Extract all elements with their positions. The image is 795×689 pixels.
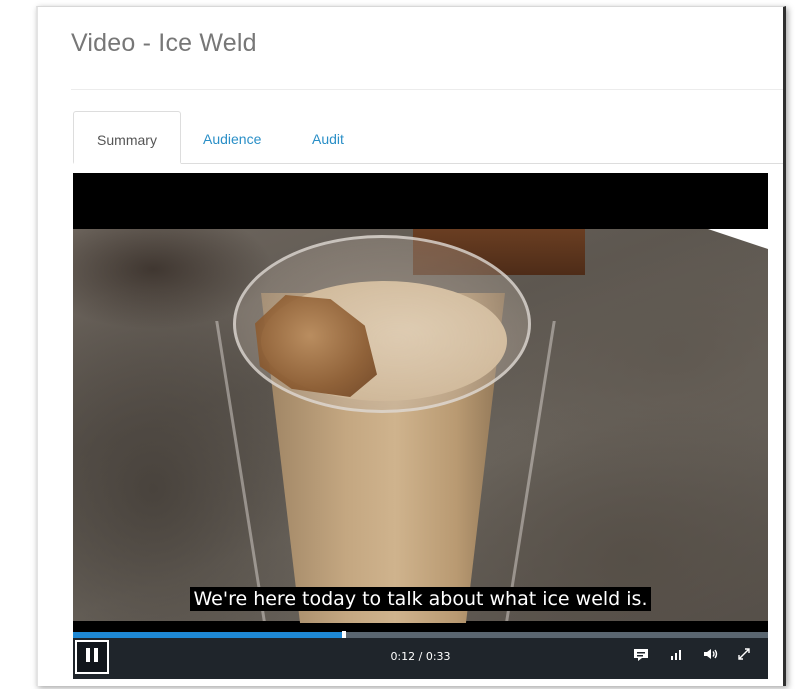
time-display: 0:12 / 0:33 bbox=[390, 650, 451, 663]
page-title: Video - Ice Weld bbox=[71, 29, 257, 57]
captions-icon[interactable] bbox=[633, 647, 649, 667]
quality-icon[interactable] bbox=[670, 647, 684, 665]
caption-text: We're here today to talk about what ice … bbox=[190, 587, 651, 611]
tab-audit[interactable]: Audit bbox=[312, 111, 344, 161]
page-frame: Video - Ice Weld Summary Audience Audit … bbox=[36, 6, 786, 686]
tab-bar: Summary Audience Audit bbox=[73, 111, 783, 164]
tab-summary[interactable]: Summary bbox=[73, 111, 181, 164]
title-divider bbox=[71, 89, 783, 90]
video-caption: We're here today to talk about what ice … bbox=[73, 587, 768, 611]
volume-icon[interactable] bbox=[703, 647, 719, 665]
control-bar: 0:12 / 0:33 bbox=[73, 638, 768, 679]
fullscreen-icon[interactable] bbox=[737, 647, 751, 665]
video-glass bbox=[215, 229, 556, 629]
video-background-wall bbox=[708, 229, 768, 249]
tab-audience[interactable]: Audience bbox=[203, 111, 261, 161]
video-frame[interactable] bbox=[73, 229, 768, 623]
video-player[interactable]: We're here today to talk about what ice … bbox=[73, 173, 768, 679]
